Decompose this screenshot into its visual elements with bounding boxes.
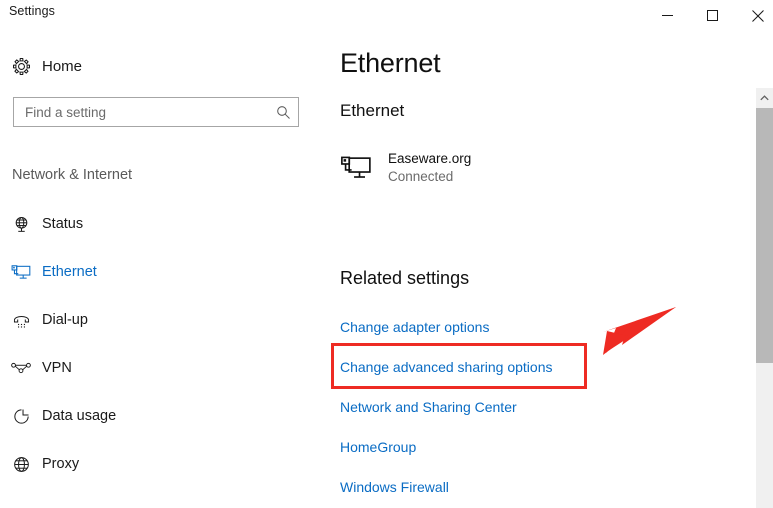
link-network-and-sharing-center[interactable]: Network and Sharing Center xyxy=(340,387,740,427)
sidebar-item-data-usage[interactable]: Data usage xyxy=(0,392,300,440)
section-title: Ethernet xyxy=(340,101,405,120)
globe-stand-icon xyxy=(0,215,42,234)
sidebar-item-proxy-label: Proxy xyxy=(42,456,80,472)
ethernet-connection-row[interactable]: Easeware.org Connected xyxy=(338,150,471,186)
sidebar-item-home[interactable]: Home xyxy=(0,50,300,82)
connection-status: Connected xyxy=(388,169,454,185)
close-button[interactable] xyxy=(735,0,773,31)
ethernet-monitor-icon xyxy=(338,154,388,182)
related-settings-heading: Related settings xyxy=(340,268,470,288)
search-box[interactable] xyxy=(13,97,299,127)
sidebar-item-dial-up[interactable]: Dial-up xyxy=(0,296,300,344)
sidebar-item-data-usage-label: Data usage xyxy=(42,408,117,424)
related-settings-links: Change adapter options Change advanced s… xyxy=(340,307,740,507)
maximize-button[interactable] xyxy=(690,0,735,31)
sidebar-item-dial-up-label: Dial-up xyxy=(42,312,88,328)
sidebar: Home Network & Internet xyxy=(0,32,320,508)
chevron-up-icon xyxy=(760,94,769,100)
connection-name: Easeware.org xyxy=(388,151,472,166)
connection-details: Easeware.org Connected xyxy=(388,150,471,186)
search-input[interactable] xyxy=(14,99,268,125)
sidebar-item-ethernet[interactable]: Ethernet xyxy=(0,248,300,296)
gear-icon xyxy=(0,57,42,76)
pie-chart-icon xyxy=(0,407,42,426)
sidebar-nav-list: Status Ethernet Dial-up VPN Data usage P… xyxy=(0,200,300,488)
globe-icon xyxy=(0,455,42,474)
minimize-button[interactable] xyxy=(645,0,690,31)
vertical-scrollbar[interactable] xyxy=(756,88,773,508)
page-title: Ethernet xyxy=(340,48,441,78)
link-windows-firewall[interactable]: Windows Firewall xyxy=(340,467,740,507)
sidebar-item-ethernet-label: Ethernet xyxy=(42,264,97,280)
window-title: Settings xyxy=(9,4,55,18)
search-icon[interactable] xyxy=(268,105,298,120)
sidebar-item-status[interactable]: Status xyxy=(0,200,300,248)
sidebar-item-proxy[interactable]: Proxy xyxy=(0,440,300,488)
link-homegroup[interactable]: HomeGroup xyxy=(340,427,740,467)
scrollbar-thumb[interactable] xyxy=(756,108,773,363)
phone-handset-icon xyxy=(0,311,42,330)
scroll-up-button[interactable] xyxy=(756,88,773,107)
sidebar-category-title: Network & Internet xyxy=(12,167,133,183)
sidebar-item-home-label: Home xyxy=(42,57,83,75)
maximize-icon xyxy=(707,10,718,21)
content-pane: Ethernet Ethernet Easeware.org Connected… xyxy=(320,32,773,508)
sidebar-item-status-label: Status xyxy=(42,216,84,232)
sidebar-item-vpn-label: VPN xyxy=(42,360,72,376)
link-change-adapter-options[interactable]: Change adapter options xyxy=(340,307,740,347)
minimize-icon xyxy=(662,15,673,16)
ethernet-monitor-icon xyxy=(0,263,42,282)
sidebar-item-vpn[interactable]: VPN xyxy=(0,344,300,392)
close-icon xyxy=(751,9,764,22)
vpn-icon xyxy=(0,360,42,376)
link-change-advanced-sharing-options[interactable]: Change advanced sharing options xyxy=(340,347,740,387)
title-bar: Settings xyxy=(0,0,773,32)
